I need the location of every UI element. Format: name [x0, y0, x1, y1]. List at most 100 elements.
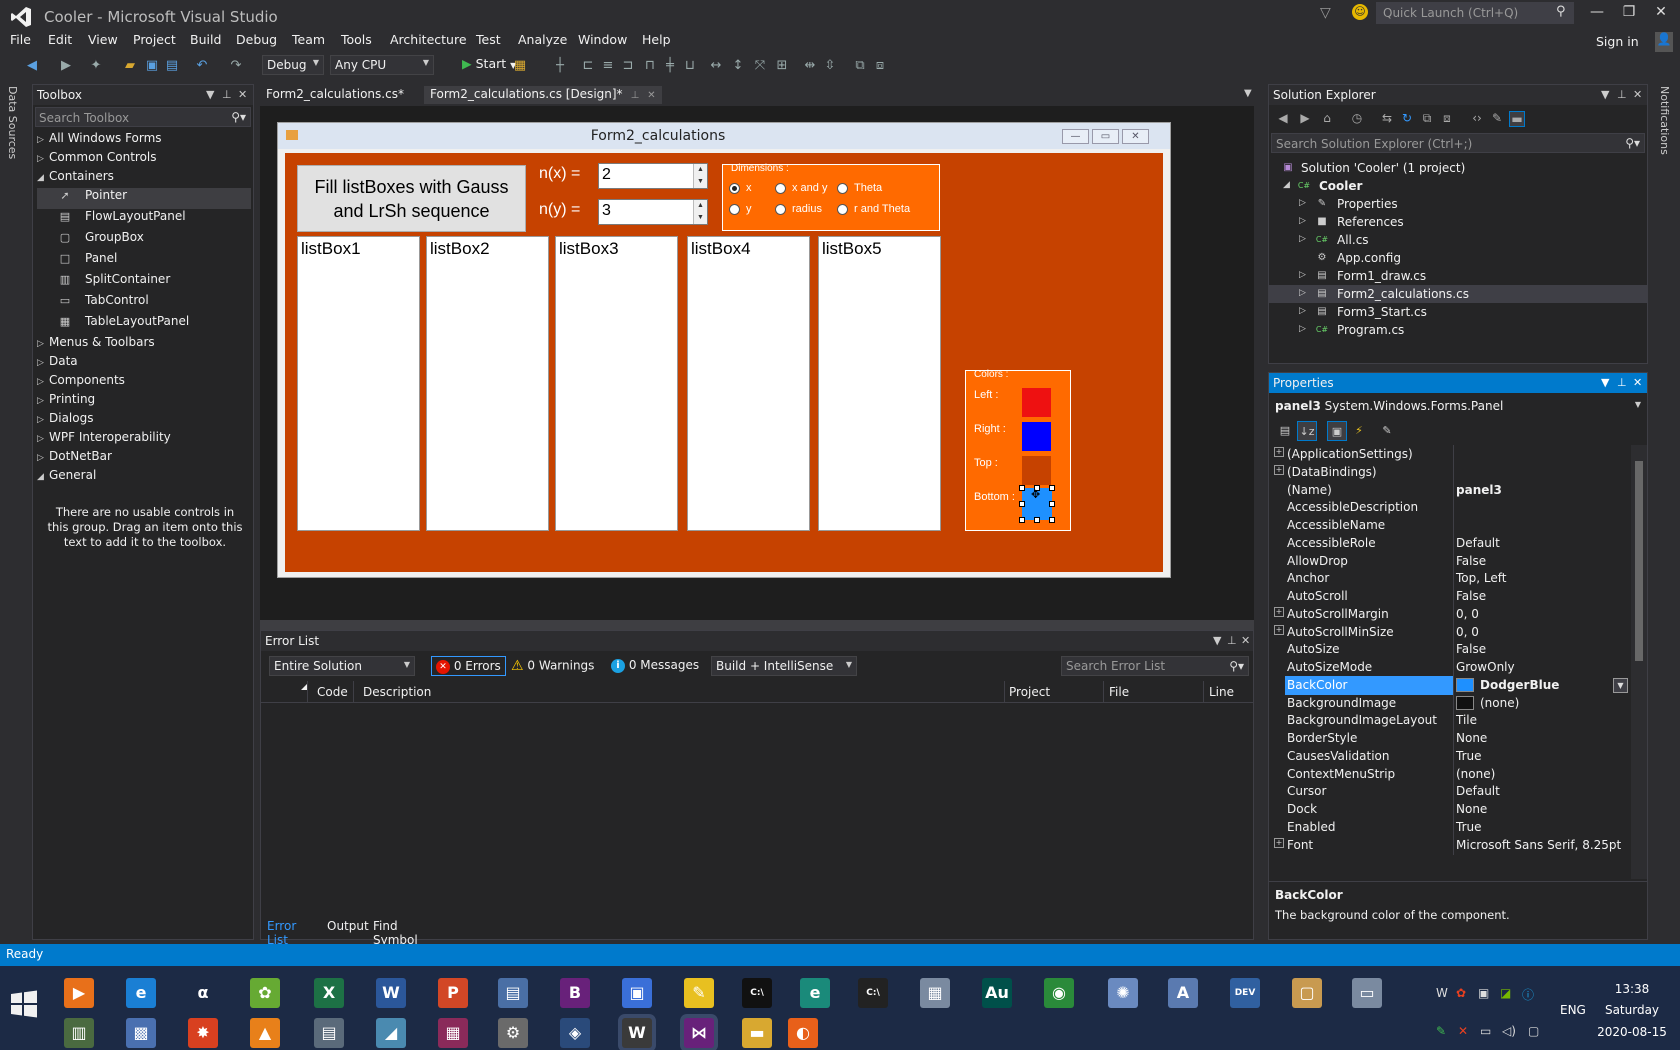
clock-day[interactable]: Saturday — [1600, 1003, 1664, 1017]
close-tab-icon[interactable]: ✕ — [647, 90, 655, 101]
align-rights-icon[interactable]: ⊐ — [620, 58, 636, 74]
clock-time[interactable]: 13:38 — [1604, 982, 1660, 996]
network-app-icon[interactable]: ▩ — [126, 1018, 156, 1048]
item-form1-draw[interactable]: ▷ ▤ Form1_draw.cs — [1269, 267, 1647, 285]
categorized-icon[interactable]: ▤ — [1275, 421, 1295, 441]
property-pages-wrench-icon[interactable]: ✎ — [1377, 421, 1397, 441]
item-form2-calculations-selected[interactable]: ▷ ▤ Form2_calculations.cs — [1269, 285, 1647, 303]
clock-date[interactable]: 2020-08-15 — [1596, 1025, 1668, 1039]
make-same-height-icon[interactable]: ↕ — [730, 58, 746, 74]
toolbox-group-wpf-interoperability[interactable]: ▷ WPF Interoperability — [37, 430, 251, 449]
menu-tools[interactable]: Tools — [341, 32, 372, 47]
toolbox-group-common-controls[interactable]: ▷ Common Controls — [37, 150, 251, 169]
word-icon[interactable]: W — [376, 978, 406, 1008]
pin-icon[interactable]: ⊥ — [1617, 88, 1627, 101]
property-value[interactable]: Top, Left — [1456, 571, 1506, 585]
video-app-icon[interactable]: ◈ — [560, 1018, 590, 1048]
fill-listboxes-button[interactable]: Fill listBoxes with Gauss and LrSh seque… — [297, 165, 526, 232]
property-row[interactable]: AccessibleName — [1269, 516, 1631, 535]
tool-tabcontrol[interactable]: ▭ TabControl — [37, 293, 251, 314]
listbox-4[interactable]: listBox4 — [687, 236, 810, 531]
property-value[interactable]: True — [1456, 749, 1482, 763]
vlc-icon[interactable]: ▲ — [250, 1018, 280, 1048]
property-row[interactable]: + (DataBindings) — [1269, 462, 1631, 482]
toolbox-group-all-windows-forms[interactable]: ▷ All Windows Forms — [37, 131, 251, 150]
gear-app-icon[interactable]: ⚙ — [498, 1018, 528, 1048]
wps-icon[interactable]: W — [622, 1018, 652, 1048]
pin-icon[interactable]: ⊥ — [1227, 634, 1237, 647]
pen-app-icon[interactable]: ◢ — [376, 1018, 406, 1048]
toolbox-group-data[interactable]: ▷ Data — [37, 354, 251, 373]
listbox-3[interactable]: listBox3 — [555, 236, 678, 531]
document-app-icon[interactable]: ▤ — [498, 978, 528, 1008]
property-value[interactable]: Microsoft Sans Serif, 8.25pt — [1456, 838, 1621, 852]
item-all-cs[interactable]: ▷ C# All.cs — [1269, 231, 1647, 249]
data-sources-tab[interactable]: Data Sources — [6, 86, 19, 159]
bring-to-front-icon[interactable]: ⧉ — [852, 58, 868, 74]
property-row[interactable]: + Font Microsoft Sans Serif, 8.25pt — [1269, 835, 1631, 855]
horizontal-spacing-icon[interactable]: ⇹ — [802, 58, 818, 74]
expand-plus-icon[interactable]: + — [1274, 606, 1284, 617]
radio-radius[interactable]: radius — [775, 203, 822, 215]
tray-app-icon[interactable]: ✿ — [1456, 986, 1466, 1000]
expand-plus-icon[interactable]: + — [1274, 464, 1284, 475]
alpha-app-icon[interactable]: α — [188, 978, 218, 1008]
tab-form2-design[interactable]: Form2_calculations.cs [Design]* ⊥ ✕ — [424, 86, 662, 104]
make-same-width-icon[interactable]: ↔ — [708, 58, 724, 74]
feedback-smiley-icon[interactable]: ☺ — [1352, 4, 1368, 20]
dropdown-chevron-icon[interactable]: ▼ — [1635, 400, 1641, 409]
tab-output[interactable]: Output — [327, 919, 369, 933]
solution-configuration-select[interactable]: Debug ▼ — [262, 55, 324, 75]
refresh-icon[interactable]: ↻ — [1399, 111, 1415, 127]
restore-window-button[interactable]: ❐ — [1614, 4, 1644, 26]
winrar-icon[interactable]: ▦ — [438, 1018, 468, 1048]
property-row[interactable]: Anchor Top, Left — [1269, 569, 1631, 589]
property-row[interactable]: CausesValidation True — [1269, 746, 1631, 766]
property-row[interactable]: ContextMenuStrip (none) — [1269, 764, 1631, 784]
tab-overflow-chevron-icon[interactable]: ▼ — [1244, 88, 1252, 99]
project-node[interactable]: ◢ C# Cooler — [1269, 177, 1647, 195]
events-lightning-icon[interactable]: ⚡ — [1349, 421, 1369, 441]
toolbox-search-input[interactable]: Search Toolbox ⚲▾ — [35, 107, 251, 127]
toolbox-group-printing[interactable]: ▷ Printing — [37, 392, 251, 411]
internet-explorer-icon[interactable]: e — [126, 978, 156, 1008]
top-color-panel[interactable] — [1022, 456, 1051, 485]
firefox-icon[interactable]: ◐ — [788, 1018, 818, 1048]
right-color-panel[interactable] — [1022, 422, 1051, 451]
toolbox-group-menus-toolbars[interactable]: ▷ Menus & Toolbars — [37, 335, 251, 354]
monitor-app-icon[interactable]: ▭ — [1352, 978, 1382, 1008]
visual-studio-icon[interactable]: ⋈ — [684, 1018, 714, 1048]
menu-file[interactable]: File — [10, 32, 31, 47]
property-value[interactable]: 0, 0 — [1456, 625, 1479, 639]
property-value[interactable]: Tile — [1456, 713, 1477, 727]
tray-app-icon[interactable]: W — [1436, 986, 1448, 1000]
resize-handle[interactable] — [1019, 517, 1025, 523]
window-tile-icon[interactable]: ▤ — [314, 1018, 344, 1048]
solution-node[interactable]: ▣ Solution 'Cooler' (1 project) — [1269, 159, 1647, 177]
solution-explorer-search-input[interactable]: Search Solution Explorer (Ctrl+;) ⚲▾ — [1271, 133, 1645, 153]
toolbox-group-dotnetbar[interactable]: ▷ DotNetBar — [37, 449, 251, 468]
edge-app-icon[interactable]: e — [800, 978, 830, 1008]
tray-app-icon[interactable]: ✕ — [1458, 1024, 1468, 1038]
property-row[interactable]: AutoScroll False — [1269, 587, 1631, 606]
radio-x-and-y[interactable]: x and y — [775, 182, 827, 194]
toolbox-group-components[interactable]: ▷ Components — [37, 373, 251, 392]
globe-app-icon[interactable]: ◉ — [1044, 978, 1074, 1008]
property-row[interactable]: AutoSize False — [1269, 640, 1631, 660]
colors-groupbox[interactable]: Colors : Left : Right : Top : Bottom : ✥ — [965, 369, 1071, 531]
toolbox-group-general[interactable]: ◢ General — [37, 468, 251, 487]
expand-plus-icon[interactable]: + — [1274, 624, 1284, 635]
column-description[interactable]: Description — [363, 685, 431, 699]
panel-menu-chevron-icon[interactable]: ▼ — [1601, 88, 1609, 101]
info-tray-icon[interactable]: ⓘ — [1522, 986, 1534, 1003]
dev-cpp-icon[interactable]: DEV — [1230, 978, 1260, 1008]
column-project[interactable]: Project — [1009, 685, 1050, 699]
property-value[interactable]: False — [1456, 589, 1486, 603]
menu-analyze[interactable]: Analyze — [518, 32, 567, 47]
tray-app-icon[interactable]: ▣ — [1478, 986, 1489, 1000]
sign-in-link[interactable]: Sign in — [1596, 34, 1639, 49]
build-source-select[interactable]: Build + IntelliSense ▼ — [711, 656, 857, 676]
properties-object-selector[interactable]: panel3 System.Windows.Forms.Panel ▼ — [1273, 397, 1645, 417]
quick-launch-input[interactable]: Quick Launch (Ctrl+Q) — [1376, 2, 1574, 24]
property-value[interactable]: Default — [1456, 536, 1500, 550]
